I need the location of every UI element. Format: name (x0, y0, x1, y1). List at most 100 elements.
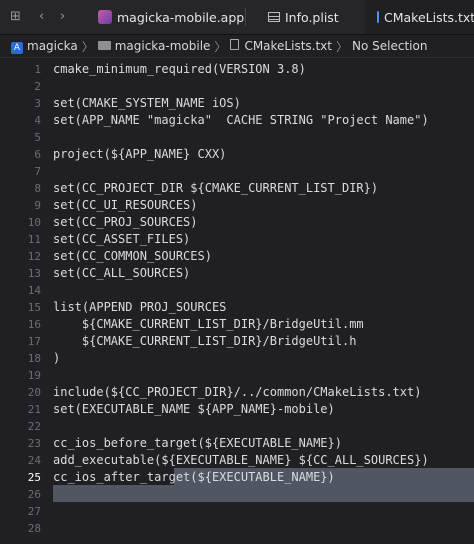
chevron-right-icon: 〉 (214, 39, 227, 54)
line-number: 14 (27, 284, 41, 297)
line-number: 21 (27, 403, 41, 416)
code-text: set(CC_UI_RESOURCES) (53, 198, 198, 212)
code-line[interactable]: 19 (0, 367, 474, 384)
line-number: 2 (34, 80, 41, 93)
line-number: 26 (27, 488, 41, 501)
line-number: 5 (34, 131, 41, 144)
line-number: 17 (27, 335, 41, 348)
breadcrumb: A magicka 〉 magicka-mobile 〉 CMakeLists.… (0, 35, 474, 58)
code-line[interactable]: 12 set(CC_COMMON_SOURCES) (0, 248, 474, 265)
code-text: set(CC_ALL_SOURCES) (53, 266, 191, 280)
line-number: 9 (34, 199, 41, 212)
code-text: cc_ios_before_target(${EXECUTABLE_NAME}) (53, 436, 342, 450)
tab-info-plist[interactable]: Info.plist (268, 0, 339, 34)
code-text: ${CMAKE_CURRENT_LIST_DIR}/BridgeUtil.h (53, 334, 357, 348)
code-line[interactable]: 17 ${CMAKE_CURRENT_LIST_DIR}/BridgeUtil.… (0, 333, 474, 350)
line-number: 28 (27, 522, 41, 535)
code-line[interactable]: 2 (0, 78, 474, 95)
line-number: 3 (34, 97, 41, 110)
code-text: cmake_minimum_required(VERSION 3.8) (53, 62, 306, 76)
code-text: set(CC_ASSET_FILES) (53, 232, 191, 246)
back-arrow-icon[interactable]: ‹ (39, 9, 44, 25)
tab-cmakelists-txt[interactable]: CMakeLists.txt (365, 0, 474, 34)
tab-divider (245, 8, 246, 26)
code-line[interactable]: 4 set(APP_NAME "magicka" CACHE STRING "Pr… (0, 112, 474, 129)
line-number: 12 (27, 250, 41, 263)
chevron-right-icon: 〉 (81, 39, 94, 54)
line-number: 7 (34, 165, 41, 178)
file-icon (230, 39, 240, 53)
code-line[interactable]: 6 project(${APP_NAME} CXX) (0, 146, 474, 163)
code-line[interactable]: 15 list(APPEND PROJ_SOURCES (0, 299, 474, 316)
code-line[interactable]: 8 set(CC_PROJECT_DIR ${CMAKE_CURRENT_LIST… (0, 180, 474, 197)
code-line[interactable]: 20 include(${CC_PROJECT_DIR}/../common/CM… (0, 384, 474, 401)
line-number: 10 (27, 216, 41, 229)
code-line[interactable]: 23 cc_ios_before_target(${EXECUTABLE_NAME… (0, 435, 474, 452)
code-line[interactable]: 22 (0, 418, 474, 435)
line-number: 24 (27, 454, 41, 467)
line-number: 23 (27, 437, 41, 450)
tab-label: CMakeLists.txt (384, 9, 474, 25)
code-text: add_executable(${EXECUTABLE_NAME} ${CC_A… (53, 453, 429, 467)
line-number: 20 (27, 386, 41, 399)
line-number: 11 (27, 233, 41, 246)
app-icon (98, 10, 112, 24)
line-number: 16 (27, 318, 41, 331)
breadcrumb-project[interactable]: magicka (27, 39, 78, 53)
code-line[interactable]: 3 set(CMAKE_SYSTEM_NAME iOS) (0, 95, 474, 112)
line-number: 18 (27, 352, 41, 365)
code-line[interactable]: 14 (0, 282, 474, 299)
code-line[interactable]: 25 cc_ios_after_target(${EXECUTABLE_NAME}… (0, 469, 474, 486)
code-line[interactable]: 21 set(EXECUTABLE_NAME ${APP_NAME}-mobile… (0, 401, 474, 418)
code-line[interactable]: 16 ${CMAKE_CURRENT_LIST_DIR}/BridgeUtil.… (0, 316, 474, 333)
line-number: 6 (34, 148, 41, 161)
code-line[interactable]: 26 (0, 486, 474, 503)
code-editor[interactable]: 1 cmake_minimum_required(VERSION 3.8) 2 3 se… (0, 58, 474, 544)
line-number: 19 (27, 369, 41, 382)
code-text: set(CC_PROJ_SOURCES) (53, 215, 198, 229)
code-line[interactable]: 18) (0, 350, 474, 367)
code-line[interactable]: 13 set(CC_ALL_SOURCES) (0, 265, 474, 282)
line-number: 4 (34, 114, 41, 127)
line-number: 27 (27, 505, 41, 518)
forward-arrow-icon[interactable]: › (60, 9, 65, 25)
folder-icon (97, 39, 111, 53)
tab-magicka-mobile-app[interactable]: magicka-mobile.app (98, 0, 244, 34)
code-text: project(${APP_NAME} CXX) (53, 147, 227, 161)
code-text: set(APP_NAME "magicka" CACHE STRING "Pro… (53, 113, 429, 127)
code-line[interactable]: 5 (0, 129, 474, 146)
code-text: set(EXECUTABLE_NAME ${APP_NAME}-mobile) (53, 402, 335, 416)
code-text: list(APPEND PROJ_SOURCES (53, 300, 227, 314)
line-number: 15 (27, 301, 41, 314)
code-line[interactable]: 1 cmake_minimum_required(VERSION 3.8) (0, 61, 474, 78)
code-text: cc_ios_after_target(${EXECUTABLE_NAME}) (53, 470, 335, 484)
line-number: 22 (27, 420, 41, 433)
project-icon: A (11, 39, 23, 54)
code-text: set(CMAKE_SYSTEM_NAME iOS) (53, 96, 241, 110)
tab-label: Info.plist (285, 9, 339, 25)
document-icon (377, 11, 379, 23)
chevron-right-icon: 〉 (335, 39, 348, 54)
breadcrumb-selection[interactable]: No Selection (352, 39, 427, 53)
code-line[interactable]: 9 set(CC_UI_RESOURCES) (0, 197, 474, 214)
breadcrumb-folder[interactable]: magicka-mobile (115, 39, 211, 53)
line-number: 8 (34, 182, 41, 195)
code-line[interactable]: 27 (0, 503, 474, 520)
code-line[interactable]: 11 set(CC_ASSET_FILES) (0, 231, 474, 248)
code-line[interactable]: 24 add_executable(${EXECUTABLE_NAME} ${CC… (0, 452, 474, 469)
line-number: 1 (34, 63, 41, 76)
code-text: ${CMAKE_CURRENT_LIST_DIR}/BridgeUtil.mm (53, 317, 364, 331)
code-text: ) (53, 351, 61, 365)
code-text: include(${CC_PROJECT_DIR}/../common/CMak… (53, 385, 422, 399)
plist-icon (268, 12, 280, 22)
tab-label: magicka-mobile.app (117, 9, 245, 25)
breadcrumb-file[interactable]: CMakeLists.txt (244, 39, 332, 53)
code-text: set(CC_PROJECT_DIR ${CMAKE_CURRENT_LIST_… (53, 181, 379, 195)
line-number: 25 (27, 471, 41, 484)
line-number: 13 (27, 267, 41, 280)
code-line[interactable]: 7 (0, 163, 474, 180)
grid-view-icon[interactable]: ⊞ (10, 9, 21, 25)
code-text: set(CC_COMMON_SOURCES) (53, 249, 212, 263)
code-line[interactable]: 28 (0, 520, 474, 537)
code-line[interactable]: 10 set(CC_PROJ_SOURCES) (0, 214, 474, 231)
